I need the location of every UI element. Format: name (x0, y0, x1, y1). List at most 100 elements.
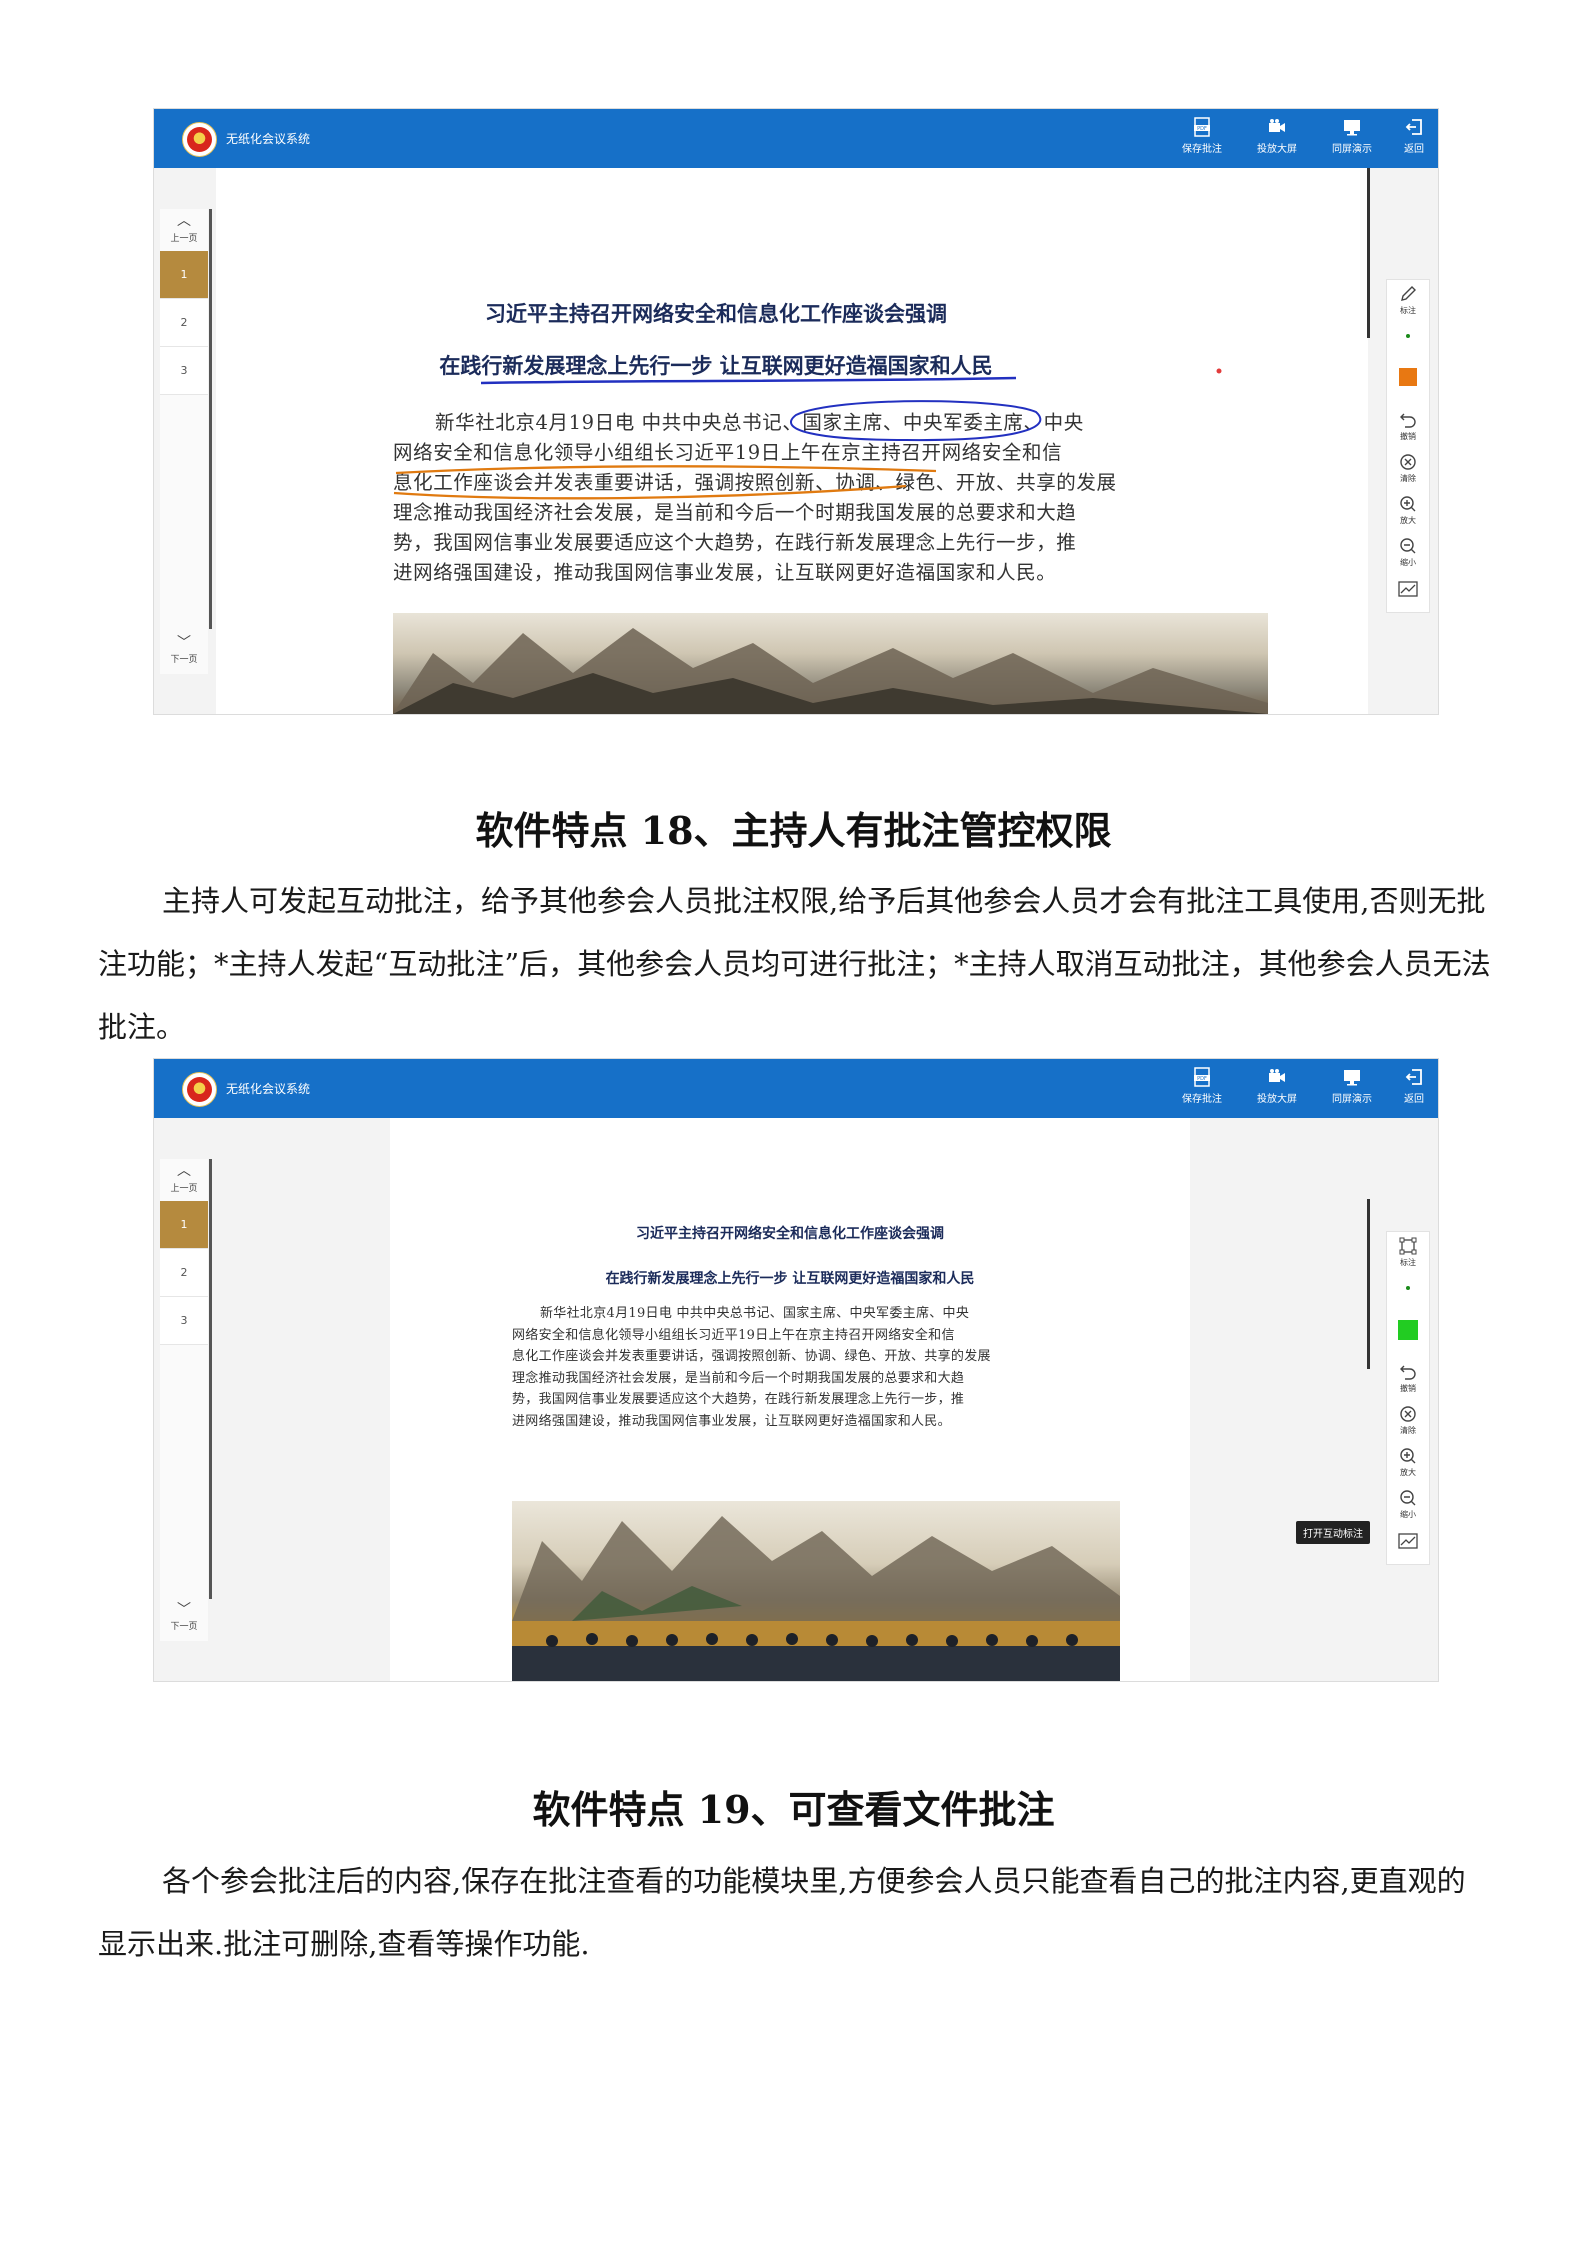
screen-share-label: 同屏演示 (1332, 144, 1372, 155)
dot-icon (1406, 334, 1410, 338)
zoom-in-label: 放大 (1400, 516, 1416, 525)
cast-screen-button[interactable]: 投放大屏 (1248, 1067, 1306, 1113)
page-navigator: ︿ 上一页 1 2 3 ﹀ 下一页 (160, 209, 208, 674)
zoom-in-icon (1400, 1448, 1416, 1464)
app-logo (182, 122, 217, 157)
undo-tool[interactable]: 撤销 (1387, 1362, 1429, 1400)
page-item-1[interactable]: 1 (160, 1201, 208, 1249)
page-item-2[interactable]: 2 (160, 1249, 208, 1297)
screen-share-button[interactable]: 同屏演示 (1323, 1067, 1381, 1113)
page-item-1[interactable]: 1 (160, 251, 208, 299)
clear-tool[interactable]: 清除 (1387, 452, 1429, 490)
save-annotation-label: 保存批注 (1182, 144, 1222, 155)
back-label: 返回 (1404, 144, 1424, 155)
back-button[interactable]: 返回 (1385, 1067, 1438, 1113)
clear-label: 清除 (1400, 1426, 1416, 1435)
color-swatch (1399, 368, 1417, 386)
monitor-icon (1344, 120, 1360, 136)
chevron-down-icon: ﹀ (177, 635, 191, 651)
interactive-annotation-tool[interactable] (1387, 578, 1429, 616)
pager-scrollbar[interactable] (209, 1159, 212, 1599)
section-18-text: 主持人可发起互动批注，给予其他参会人员批注权限,给予后其他参会人员才会有批注工具… (98, 884, 1491, 1044)
chevron-up-icon: ︿ (177, 1163, 191, 1179)
annotation-toolbar: 标注 撤销 清除 放大 缩小 (1386, 1231, 1430, 1565)
cast-screen-label: 投放大屏 (1257, 144, 1297, 155)
document-page: 习近平主持召开网络安全和信息化工作座谈会强调 在践行新发展理念上先行一步 让互联… (390, 1118, 1190, 1681)
pdf-icon: PDF (1194, 1067, 1210, 1087)
meeting-photo (512, 1501, 1120, 1681)
zoom-in-label: 放大 (1400, 1468, 1416, 1477)
exit-icon (1405, 1069, 1422, 1085)
annotate-label: 标注 (1400, 306, 1416, 315)
pen-size-dot[interactable] (1387, 326, 1429, 360)
clear-icon (1400, 1406, 1416, 1422)
pen-color-swatch[interactable] (1387, 1320, 1429, 1358)
page-item-3[interactable]: 3 (160, 347, 208, 395)
svg-text:PDF: PDF (1197, 1076, 1207, 1082)
clear-tool[interactable]: 清除 (1387, 1404, 1429, 1442)
pen-size-dot[interactable] (1387, 1278, 1429, 1312)
mountain-painting (393, 628, 1268, 714)
interactive-annotation-tool[interactable] (1387, 1530, 1429, 1568)
app-logo (182, 1072, 217, 1107)
zoom-out-label: 缩小 (1400, 1510, 1416, 1519)
camera-icon (1269, 1069, 1285, 1082)
section-19-text: 各个参会批注后的内容,保存在批注查看的功能模块里,方便参会人员只能查看自己的批注… (98, 1864, 1466, 1961)
monitor-icon (1344, 1070, 1360, 1086)
app-topbar: 无纸化会议系统 PDF 保存批注 投放大屏 同屏演示 返回 (154, 1059, 1438, 1118)
prev-page-label: 上一页 (170, 1184, 198, 1194)
undo-tool[interactable]: 撤销 (1387, 410, 1429, 448)
meeting-scene (512, 1516, 1120, 1681)
zoom-in-tool[interactable]: 放大 (1387, 494, 1429, 532)
annotate-tool[interactable]: 标注 (1387, 1236, 1429, 1274)
next-page-label: 下一页 (170, 655, 198, 665)
doc-line: 新华社北京4月19日电 中共中央总书记、国家主席、中央军委主席、中央 (540, 1306, 970, 1321)
zoom-out-tool[interactable]: 缩小 (1387, 1488, 1429, 1526)
document-scrollbar[interactable] (1367, 168, 1370, 338)
cast-screen-button[interactable]: 投放大屏 (1248, 117, 1306, 163)
zoom-in-tool[interactable]: 放大 (1387, 1446, 1429, 1484)
document-scrollbar[interactable] (1367, 1199, 1370, 1369)
annotate-tool[interactable]: 标注 (1387, 284, 1429, 322)
page-item-3[interactable]: 3 (160, 1297, 208, 1345)
exit-icon (1405, 119, 1422, 135)
prev-page-button[interactable]: ︿ 上一页 (160, 1159, 208, 1201)
doc-line: 理念推动我国经济社会发展，是当前和今后一个时期我国发展的总要求和大趋 (512, 1370, 965, 1386)
next-page-button[interactable]: ﹀ 下一页 (160, 634, 208, 674)
zoom-out-icon (1400, 1490, 1416, 1506)
color-swatch (1398, 1320, 1418, 1340)
zoom-in-icon (1400, 496, 1416, 512)
undo-label: 撤销 (1400, 1384, 1416, 1393)
back-button[interactable]: 返回 (1385, 117, 1438, 163)
pencil-icon (1401, 286, 1416, 301)
document-paragraph: 新华社北京4月19日电 中共中央总书记、国家主席、中央军委主席、中央 网络安全和… (512, 1303, 1092, 1432)
save-annotation-button[interactable]: PDF 保存批注 (1173, 117, 1231, 163)
chevron-up-icon: ︿ (177, 213, 191, 229)
save-annotation-button[interactable]: PDF 保存批注 (1173, 1067, 1231, 1113)
prev-page-label: 上一页 (170, 234, 198, 244)
app-title: 无纸化会议系统 (226, 1082, 311, 1096)
doc-line: 势，我国网信事业发展要适应这个大趋势，在践行新发展理念上先行一步，推 (512, 1392, 965, 1407)
pdf-icon: PDF (1194, 117, 1210, 137)
page-list: 1 2 3 (160, 251, 208, 395)
meeting-photo (393, 613, 1268, 714)
chart-line-icon (1398, 1533, 1418, 1549)
page-list: 1 2 3 (160, 1201, 208, 1345)
interactive-annotation-tooltip: 打开互动标注 (1296, 1521, 1370, 1544)
doc-line: 网络安全和信息化领导小组组长习近平19日上午在京主持召开网络安全和信 (512, 1327, 955, 1343)
prev-page-button[interactable]: ︿ 上一页 (160, 209, 208, 251)
document-title: 习近平主持召开网络安全和信息化工作座谈会强调 (636, 1226, 944, 1242)
pager-scrollbar[interactable] (209, 209, 212, 629)
pen-color-swatch[interactable] (1387, 368, 1429, 406)
clear-label: 清除 (1400, 474, 1416, 483)
page-item-2[interactable]: 2 (160, 299, 208, 347)
section-18-heading: 软件特点 18、主持人有批注管控权限 (475, 808, 1112, 853)
document-page: 习近平主持召开网络安全和信息化工作座谈会强调 在践行新发展理念上先行一步 让互联… (216, 168, 1368, 714)
zoom-out-tool[interactable]: 缩小 (1387, 536, 1429, 574)
undo-label: 撤销 (1400, 432, 1416, 441)
dot-icon (1406, 1286, 1410, 1290)
next-page-button[interactable]: ﹀ 下一页 (160, 1601, 208, 1641)
screen-share-button[interactable]: 同屏演示 (1323, 117, 1381, 163)
select-box-icon (1399, 1237, 1417, 1255)
cast-screen-label: 投放大屏 (1257, 1094, 1297, 1105)
